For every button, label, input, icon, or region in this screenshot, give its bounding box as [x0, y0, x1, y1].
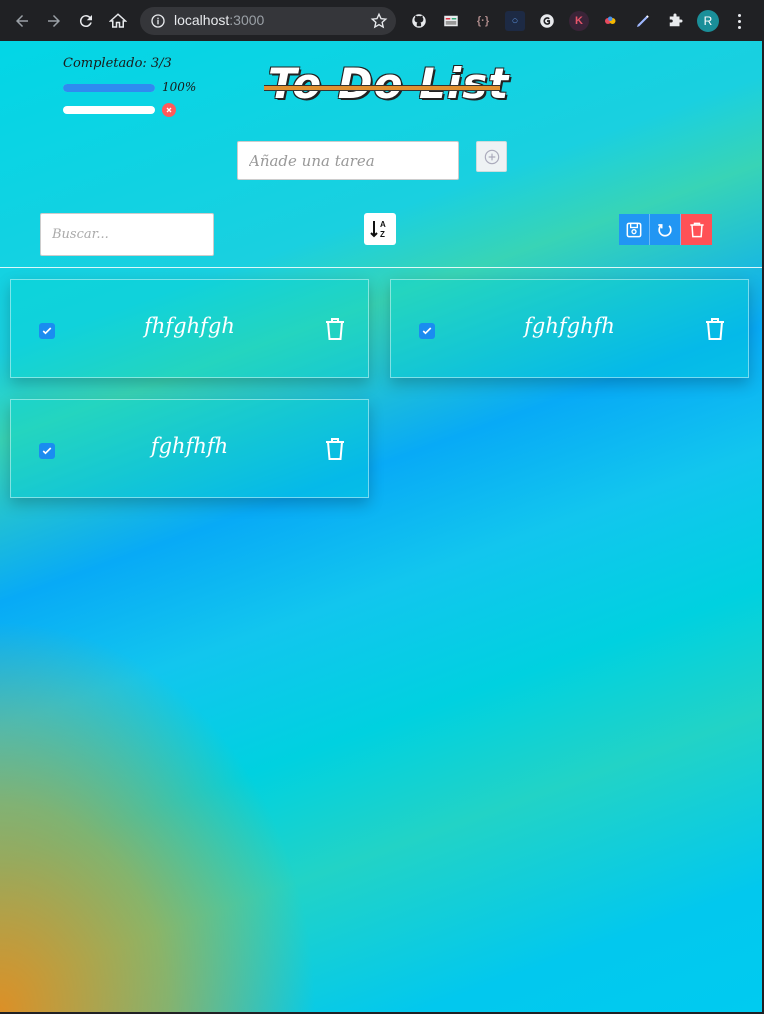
delete-task-icon[interactable] [324, 437, 346, 461]
sort-alpha-icon: A Z [370, 220, 386, 239]
home-icon [109, 13, 127, 28]
back-button[interactable] [9, 8, 35, 34]
task-checkbox[interactable] [39, 323, 55, 339]
reload-icon [79, 15, 92, 28]
clear-progress-icon[interactable] [162, 103, 176, 117]
app-page: Completado: 3/3 100% To Do List A Z [0, 41, 762, 1012]
task-card: fghfhfh [10, 399, 369, 498]
toolbar-actions [619, 214, 712, 245]
progress-label: Completado: 3/3 [63, 56, 172, 71]
task-checkbox[interactable] [39, 443, 55, 459]
task-checkbox[interactable] [419, 323, 435, 339]
url-port: :3000 [229, 12, 265, 28]
url-host: localhost [174, 12, 230, 28]
browser-menu-icon[interactable] [732, 11, 746, 31]
k-ext-icon[interactable]: K [569, 11, 589, 31]
search-input[interactable] [40, 213, 214, 256]
bookmark-star-icon[interactable] [370, 12, 388, 30]
grammar-icon[interactable] [537, 11, 557, 31]
dark-ext-icon[interactable]: ○ [505, 11, 525, 31]
progress-bar-fill [63, 84, 155, 92]
add-task-button[interactable] [476, 141, 507, 172]
url-text: localhost:3000 [174, 12, 264, 28]
save-button[interactable] [619, 214, 650, 245]
page-title: To Do List [268, 59, 510, 108]
reload-button[interactable] [73, 8, 99, 34]
delete-task-icon[interactable] [704, 317, 726, 341]
task-card: fghfghfh [390, 279, 749, 378]
info-icon[interactable] [150, 13, 166, 29]
color-ext-icon[interactable] [601, 11, 621, 31]
check-icon [422, 327, 432, 335]
progress-bar [63, 84, 155, 92]
mail-icon[interactable] [441, 11, 461, 31]
reset-button[interactable] [650, 214, 681, 245]
divider [0, 267, 762, 268]
profile-avatar[interactable]: R [697, 10, 719, 32]
remaining-bar [63, 106, 155, 114]
plus-circle-icon [484, 149, 499, 164]
trash-icon [689, 222, 704, 237]
github-icon[interactable] [409, 11, 429, 31]
check-icon [42, 447, 52, 455]
pen-ext-icon[interactable] [633, 11, 653, 31]
task-text: fghfhfh [150, 434, 229, 458]
check-icon [42, 327, 52, 335]
save-icon [626, 222, 642, 237]
json-icon[interactable]: {·} [473, 11, 493, 31]
task-card: fhfghfgh [10, 279, 369, 378]
refresh-icon [658, 223, 672, 237]
delete-task-icon[interactable] [324, 317, 346, 341]
address-bar[interactable]: localhost:3000 [140, 7, 396, 35]
forward-button[interactable] [41, 8, 67, 34]
arrow-right-icon [48, 15, 60, 27]
task-text: fghfghfh [524, 314, 615, 338]
arrow-left-icon [16, 15, 28, 27]
title-strikethrough-overlay [264, 85, 500, 91]
svg-text:Z: Z [380, 230, 385, 239]
svg-text:A: A [380, 220, 386, 229]
add-task-input[interactable] [237, 141, 459, 180]
task-text: fhfghfgh [144, 314, 235, 338]
browser-toolbar: localhost:3000 {·} ○ K R [0, 0, 764, 41]
progress-percent: 100% [162, 80, 197, 94]
home-button[interactable] [105, 8, 131, 34]
delete-all-button[interactable] [681, 214, 712, 245]
sort-az-button[interactable]: A Z [364, 213, 396, 245]
puzzle-icon[interactable] [665, 11, 685, 31]
